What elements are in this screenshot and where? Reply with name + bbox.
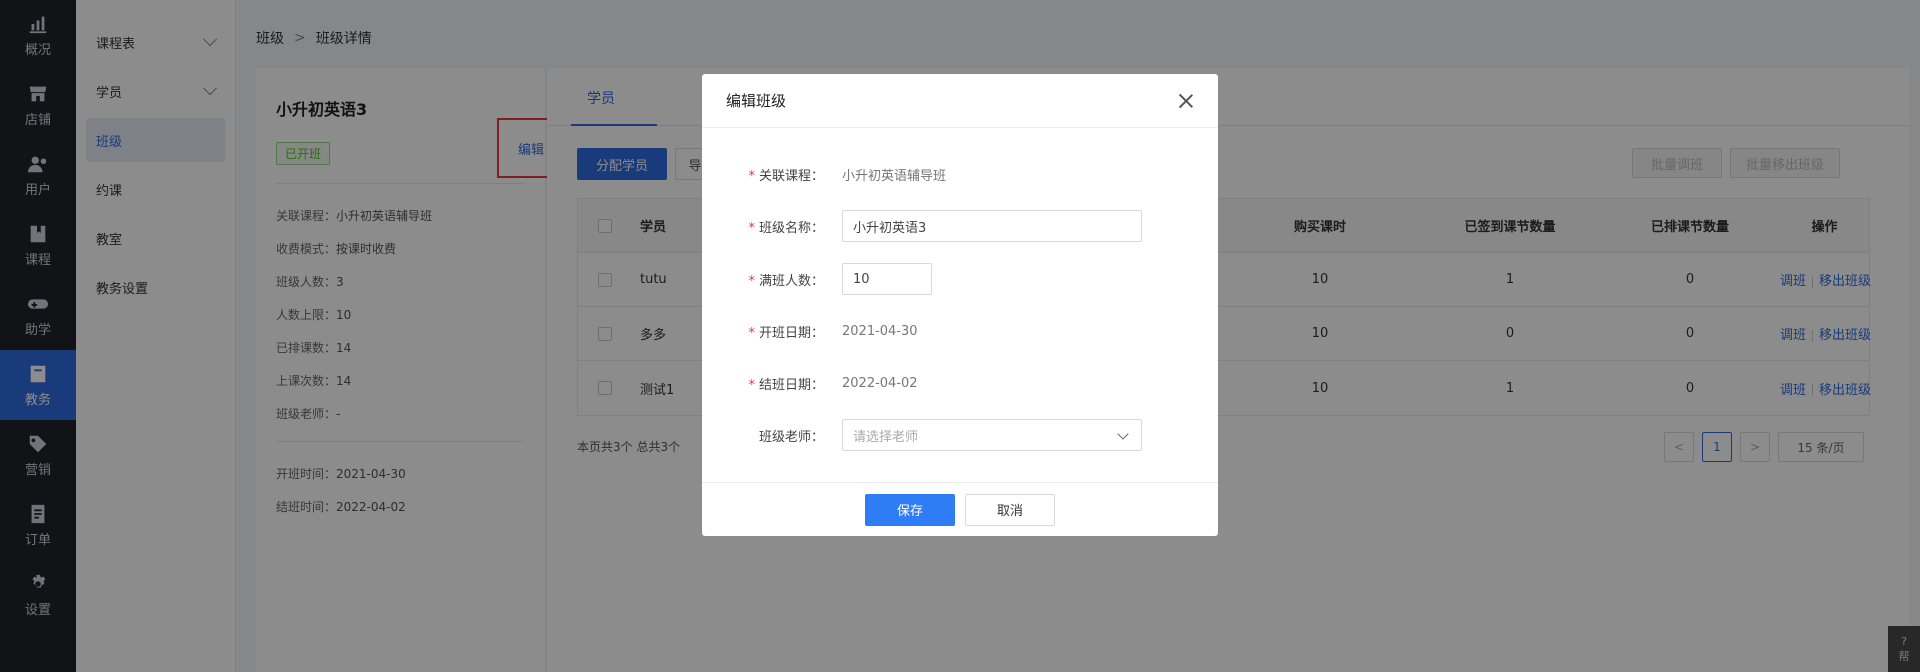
edit-class-dialog: 编辑班级 * 关联课程： 小升初英语辅导班 * 班级名称： 小升初英语3 * 满班人数…: [702, 74, 1218, 536]
required-mark: *: [748, 377, 755, 393]
teacher-placeholder: 请选择老师: [853, 429, 919, 445]
form-label: * 满班人数：: [702, 270, 842, 289]
form-label: * 开班日期：: [702, 322, 842, 341]
form-label: 班级老师：: [702, 426, 842, 445]
cancel-button[interactable]: 取消: [965, 493, 1055, 526]
form-row-name: * 班级名称： 小升初英语3: [702, 210, 1218, 242]
name-label: 班级名称：: [758, 220, 824, 236]
form-row-capacity: * 满班人数： 10: [702, 263, 1218, 295]
required-mark: *: [748, 220, 755, 236]
end-date-label: 结班日期：: [758, 377, 824, 393]
capacity-input[interactable]: 10: [842, 263, 932, 295]
form-row-end-date: * 结班日期： 2022-04-02: [702, 367, 1218, 399]
teacher-select[interactable]: 请选择老师: [842, 419, 1142, 451]
close-icon[interactable]: [1178, 93, 1194, 109]
class-name-input[interactable]: 小升初英语3: [842, 210, 1142, 242]
course-value: 小升初英语辅导班: [842, 168, 947, 184]
form-row-start-date: * 开班日期： 2021-04-30: [702, 315, 1218, 347]
form-label: * 关联课程：: [702, 165, 842, 184]
form-label: * 结班日期：: [702, 374, 842, 393]
form-row-course: * 关联课程： 小升初英语辅导班: [702, 158, 1218, 190]
dialog-title: 编辑班级: [726, 92, 787, 110]
required-mark: *: [748, 325, 755, 341]
teacher-label: 班级老师：: [758, 429, 824, 445]
capacity-label: 满班人数：: [758, 273, 824, 289]
course-label: 关联课程：: [758, 168, 824, 184]
required-mark: *: [748, 273, 755, 289]
dialog-header: 编辑班级: [702, 74, 1218, 128]
form-label: * 班级名称：: [702, 217, 842, 236]
dialog-footer: 保存 取消: [702, 482, 1218, 536]
required-mark: *: [748, 168, 755, 184]
chevron-down-icon: [1117, 428, 1129, 440]
end-date-value: 2022-04-02: [842, 375, 918, 391]
start-date-label: 开班日期：: [758, 325, 824, 341]
form-row-teacher: 班级老师： 请选择老师: [702, 419, 1218, 451]
start-date-value: 2021-04-30: [842, 323, 918, 339]
save-button[interactable]: 保存: [865, 493, 955, 526]
